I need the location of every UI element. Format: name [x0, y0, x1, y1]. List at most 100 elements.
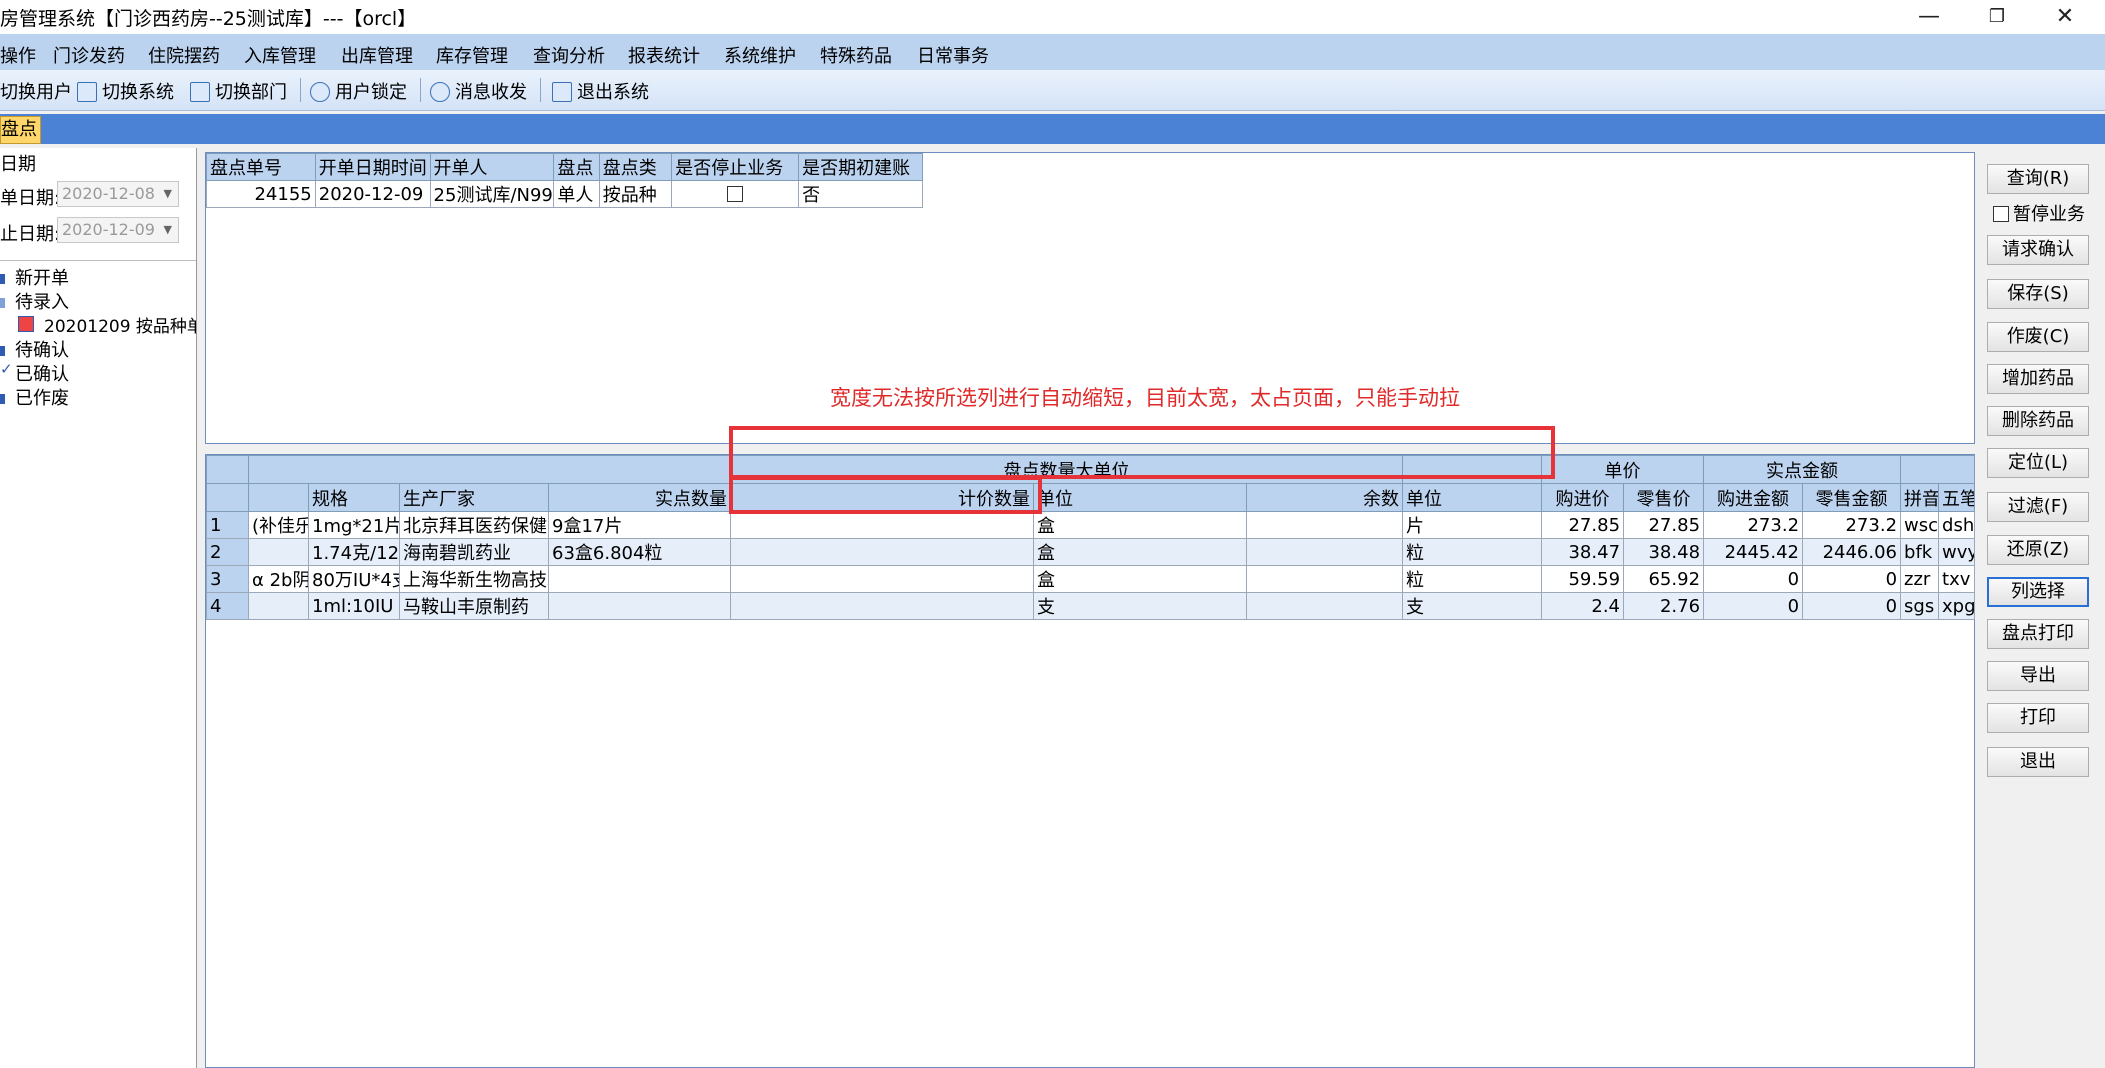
start-date-field[interactable]: 2020-12-08 ▼	[57, 181, 179, 207]
col-purchase-price[interactable]: 购进价	[1541, 483, 1625, 512]
wubi-cell[interactable]: dsh	[1938, 511, 1976, 539]
menu-query[interactable]: 查询分析	[533, 42, 605, 68]
menu-stock-out[interactable]: 出库管理	[341, 42, 413, 68]
tab-inventory[interactable]: 盘点	[0, 116, 41, 144]
stop-business-checkbox[interactable]	[727, 185, 744, 202]
purchase-amount-cell[interactable]: 0	[1703, 592, 1804, 620]
actual-qty-cell[interactable]	[548, 592, 731, 620]
minimize-button[interactable]: —	[1899, 0, 1959, 34]
name-cell[interactable]: (补佳乐)	[248, 511, 309, 539]
column-select-button[interactable]: 列选择	[1987, 577, 2089, 607]
name-cell[interactable]	[248, 592, 309, 620]
switch-department-button[interactable]: 切换部门	[190, 78, 287, 104]
menu-inventory[interactable]: 库存管理	[436, 42, 508, 68]
manufacturer-cell[interactable]: 马鞍山丰原制药	[399, 592, 549, 620]
retail-amount-cell[interactable]: 2446.06	[1802, 538, 1902, 566]
menu-inpatient-dispense[interactable]: 住院摆药	[148, 42, 220, 68]
restore-data-button[interactable]: 还原(Z)	[1987, 535, 2089, 565]
exit-system-button[interactable]: 退出系统	[552, 78, 649, 104]
unit-big-cell[interactable]: 盒	[1033, 538, 1247, 566]
unit-small-cell[interactable]: 片	[1402, 511, 1543, 539]
col-retail-price[interactable]: 零售价	[1623, 483, 1705, 512]
purchase-amount-cell[interactable]: 0	[1703, 565, 1804, 593]
open-time-cell[interactable]: 2020-12-09	[314, 180, 431, 208]
manufacturer-cell[interactable]: 上海华新生物高技术	[399, 565, 549, 593]
purchase-price-cell[interactable]: 59.59	[1541, 565, 1625, 593]
switch-system-button[interactable]: 切换系统	[77, 78, 174, 104]
retail-amount-cell[interactable]: 0	[1802, 592, 1902, 620]
group-header-amount[interactable]: 实点金额	[1703, 455, 1902, 484]
col-stop-business[interactable]: 是否停止业务	[671, 153, 800, 181]
col-spec[interactable]: 规格	[308, 483, 400, 512]
tree-pending-order[interactable]: 20201209 按品种单	[44, 312, 204, 337]
col-unit-small[interactable]: 单位	[1402, 483, 1543, 512]
menu-operation[interactable]: 操作	[0, 42, 36, 68]
col-opener[interactable]: 开单人	[429, 153, 555, 181]
pinyin-cell[interactable]: wsc	[1900, 511, 1940, 539]
priced-qty-cell[interactable]	[730, 538, 1034, 566]
restore-button[interactable]: ❐	[1967, 0, 2027, 34]
delete-drug-button[interactable]: 删除药品	[1987, 406, 2089, 436]
wubi-cell[interactable]: txv	[1938, 565, 1976, 593]
table-row[interactable]: 2 1.74克/12 海南碧凯药业 63盒6.804粒 盒 粒 38.47 38…	[206, 538, 1976, 566]
export-button[interactable]: 导出	[1987, 661, 2089, 691]
remainder-cell[interactable]	[1245, 565, 1404, 593]
col-order-no[interactable]: 盘点单号	[206, 153, 316, 181]
tree-pending-entry[interactable]: 待录入	[15, 288, 69, 314]
pause-checkbox-box[interactable]	[1993, 206, 2009, 222]
name-cell[interactable]	[248, 538, 309, 566]
retail-price-cell[interactable]: 27.85	[1623, 511, 1705, 539]
unit-small-cell[interactable]: 粒	[1402, 565, 1543, 593]
user-lock-button[interactable]: 用户锁定	[310, 78, 407, 104]
switch-user-button[interactable]: 切换用户	[0, 78, 72, 104]
col-retail-amount[interactable]: 零售金额	[1802, 483, 1902, 512]
col-unit-big[interactable]: 单位	[1033, 483, 1247, 512]
spec-cell[interactable]: 1.74克/12	[308, 538, 400, 566]
unit-small-cell[interactable]: 支	[1402, 592, 1543, 620]
retail-amount-cell[interactable]: 0	[1802, 565, 1902, 593]
stop-business-cell[interactable]	[671, 180, 800, 208]
spec-cell[interactable]: 80万IU*4支	[308, 565, 400, 593]
menu-special-drugs[interactable]: 特殊药品	[820, 42, 892, 68]
manufacturer-cell[interactable]: 北京拜耳医药保健	[399, 511, 549, 539]
unit-big-cell[interactable]: 支	[1033, 592, 1247, 620]
pinyin-cell[interactable]: zzr	[1900, 565, 1940, 593]
table-row[interactable]: 1 (补佳乐) 1mg*21片 北京拜耳医药保健 9盒17片 盒 片 27.85…	[206, 511, 1976, 539]
row-number[interactable]: 2	[206, 538, 249, 566]
close-button[interactable]: ✕	[2035, 0, 2095, 34]
pinyin-cell[interactable]: sgs	[1900, 592, 1940, 620]
purchase-amount-cell[interactable]: 273.2	[1703, 511, 1804, 539]
query-button[interactable]: 查询(R)	[1987, 164, 2089, 194]
priced-qty-cell[interactable]	[730, 565, 1034, 593]
inventory-type-cell[interactable]: 按品种	[598, 180, 673, 208]
group-header-price[interactable]: 单价	[1541, 455, 1705, 484]
manufacturer-cell[interactable]: 海南碧凯药业	[399, 538, 549, 566]
opening-account-cell[interactable]: 否	[798, 180, 923, 208]
col-pinyin[interactable]: 拼音	[1900, 483, 1940, 512]
messages-button[interactable]: 消息收发	[430, 78, 527, 104]
col-inventory-type[interactable]: 盘点类	[598, 153, 673, 181]
void-button[interactable]: 作废(C)	[1987, 322, 2089, 352]
actual-qty-cell[interactable]: 63盒6.804粒	[548, 538, 731, 566]
purchase-price-cell[interactable]: 2.4	[1541, 592, 1625, 620]
menu-outpatient-dispense[interactable]: 门诊发药	[53, 42, 125, 68]
splitter[interactable]	[196, 148, 205, 1068]
purchase-price-cell[interactable]: 38.47	[1541, 538, 1625, 566]
purchase-price-cell[interactable]: 27.85	[1541, 511, 1625, 539]
locate-button[interactable]: 定位(L)	[1987, 448, 2089, 478]
actual-qty-cell[interactable]: 9盒17片	[548, 511, 731, 539]
spec-cell[interactable]: 1mg*21片	[308, 511, 400, 539]
col-manufacturer[interactable]: 生产厂家	[399, 483, 549, 512]
col-purchase-amount[interactable]: 购进金额	[1703, 483, 1804, 512]
col-inventory[interactable]: 盘点	[553, 153, 600, 181]
menu-system[interactable]: 系统维护	[724, 42, 796, 68]
col-name[interactable]	[248, 483, 309, 512]
retail-price-cell[interactable]: 38.48	[1623, 538, 1705, 566]
opener-cell[interactable]: 25测试库/N99	[429, 180, 555, 208]
table-row[interactable]: 3 α 2b阴 80万IU*4支 上海华新生物高技术 盒 粒 59.59 65.…	[206, 565, 1976, 593]
remainder-cell[interactable]	[1245, 511, 1404, 539]
tree-confirmed[interactable]: 已确认	[15, 360, 69, 386]
remainder-cell[interactable]	[1245, 592, 1404, 620]
print-button[interactable]: 打印	[1987, 703, 2089, 733]
priced-qty-cell[interactable]	[730, 511, 1034, 539]
